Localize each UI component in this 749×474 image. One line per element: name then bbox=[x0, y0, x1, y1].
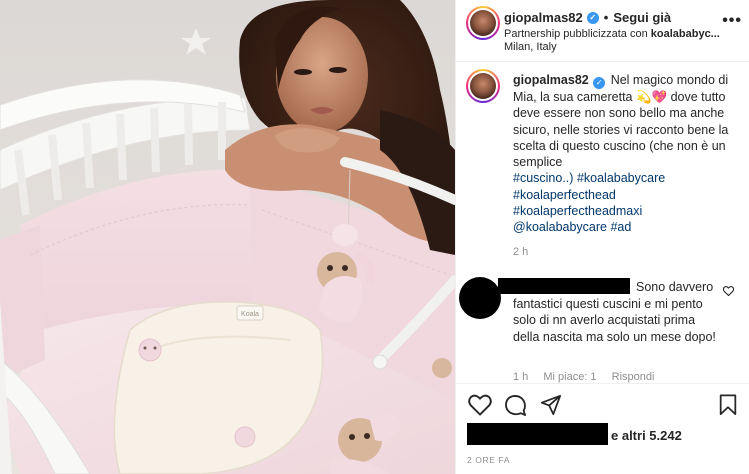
header-user-row: giopalmas82 ✓ • Segui già bbox=[504, 10, 671, 25]
mention-link[interactable]: @koalababycare bbox=[513, 220, 607, 234]
follow-button[interactable]: Segui già bbox=[613, 10, 671, 25]
comment-likes-count[interactable]: Mi piace: 1 bbox=[543, 371, 596, 383]
partnership-label: Partnership pubblicizzata con koalababyc… bbox=[504, 28, 740, 40]
header-separator: • bbox=[603, 10, 609, 25]
location-link[interactable]: Milan, Italy bbox=[504, 41, 557, 53]
header-username[interactable]: giopalmas82 bbox=[504, 10, 583, 25]
more-options-icon[interactable]: ••• bbox=[722, 12, 742, 30]
share-direct-icon[interactable] bbox=[540, 394, 562, 416]
post-photo[interactable]: Koala bbox=[0, 0, 455, 474]
comment-avatar-redacted[interactable] bbox=[459, 277, 501, 319]
post-actions-bar: e altri 5.242 2 ORE FA bbox=[456, 383, 749, 473]
save-bookmark-icon[interactable] bbox=[718, 394, 738, 416]
comment-meta: 1 h Mi piace: 1 Rispondi bbox=[513, 371, 666, 383]
hashtag[interactable]: #ad bbox=[610, 220, 631, 234]
comment-like-heart-icon[interactable] bbox=[723, 286, 734, 296]
likes-count[interactable]: e altri 5.242 bbox=[611, 428, 682, 443]
hashtag[interactable]: #koalaperfectheadmaxi bbox=[513, 204, 642, 218]
caption-timestamp[interactable]: 2 h bbox=[513, 246, 528, 258]
svg-text:Koala: Koala bbox=[241, 311, 259, 318]
partnership-prefix: Partnership pubblicizzata con bbox=[504, 28, 648, 40]
hashtag[interactable]: #koalababycare bbox=[577, 171, 665, 185]
like-heart-icon[interactable] bbox=[468, 394, 492, 416]
caption-body: Nel magico mondo di Mia, la sua camerett… bbox=[513, 73, 729, 170]
verified-badge-icon: ✓ bbox=[593, 77, 606, 89]
hashtag[interactable]: #koalaperfecthead bbox=[513, 188, 616, 202]
post-side-panel: giopalmas82 ✓ • Segui già Partnership pu… bbox=[455, 0, 749, 474]
post-header: giopalmas82 ✓ • Segui già Partnership pu… bbox=[456, 0, 749, 62]
hashtag[interactable]: #cuscino..) bbox=[513, 171, 573, 185]
caption-text: giopalmas82 ✓ Nel magico mondo di Mia, l… bbox=[513, 72, 743, 236]
caption-avatar[interactable] bbox=[466, 69, 500, 103]
partner-link[interactable]: koalababyc... bbox=[651, 28, 720, 40]
verified-badge-icon: ✓ bbox=[586, 11, 599, 24]
post-image: Koala bbox=[0, 0, 455, 474]
header-avatar[interactable] bbox=[466, 6, 500, 40]
liker-username-redacted[interactable] bbox=[467, 423, 608, 445]
comment-reply-button[interactable]: Rispondi bbox=[612, 371, 655, 383]
post-time-ago[interactable]: 2 ORE FA bbox=[467, 455, 510, 465]
comment-username-redacted[interactable] bbox=[498, 278, 630, 294]
caption-username[interactable]: giopalmas82 bbox=[513, 73, 589, 87]
comment-bubble-icon[interactable] bbox=[504, 394, 527, 417]
comment-timestamp[interactable]: 1 h bbox=[513, 371, 528, 383]
